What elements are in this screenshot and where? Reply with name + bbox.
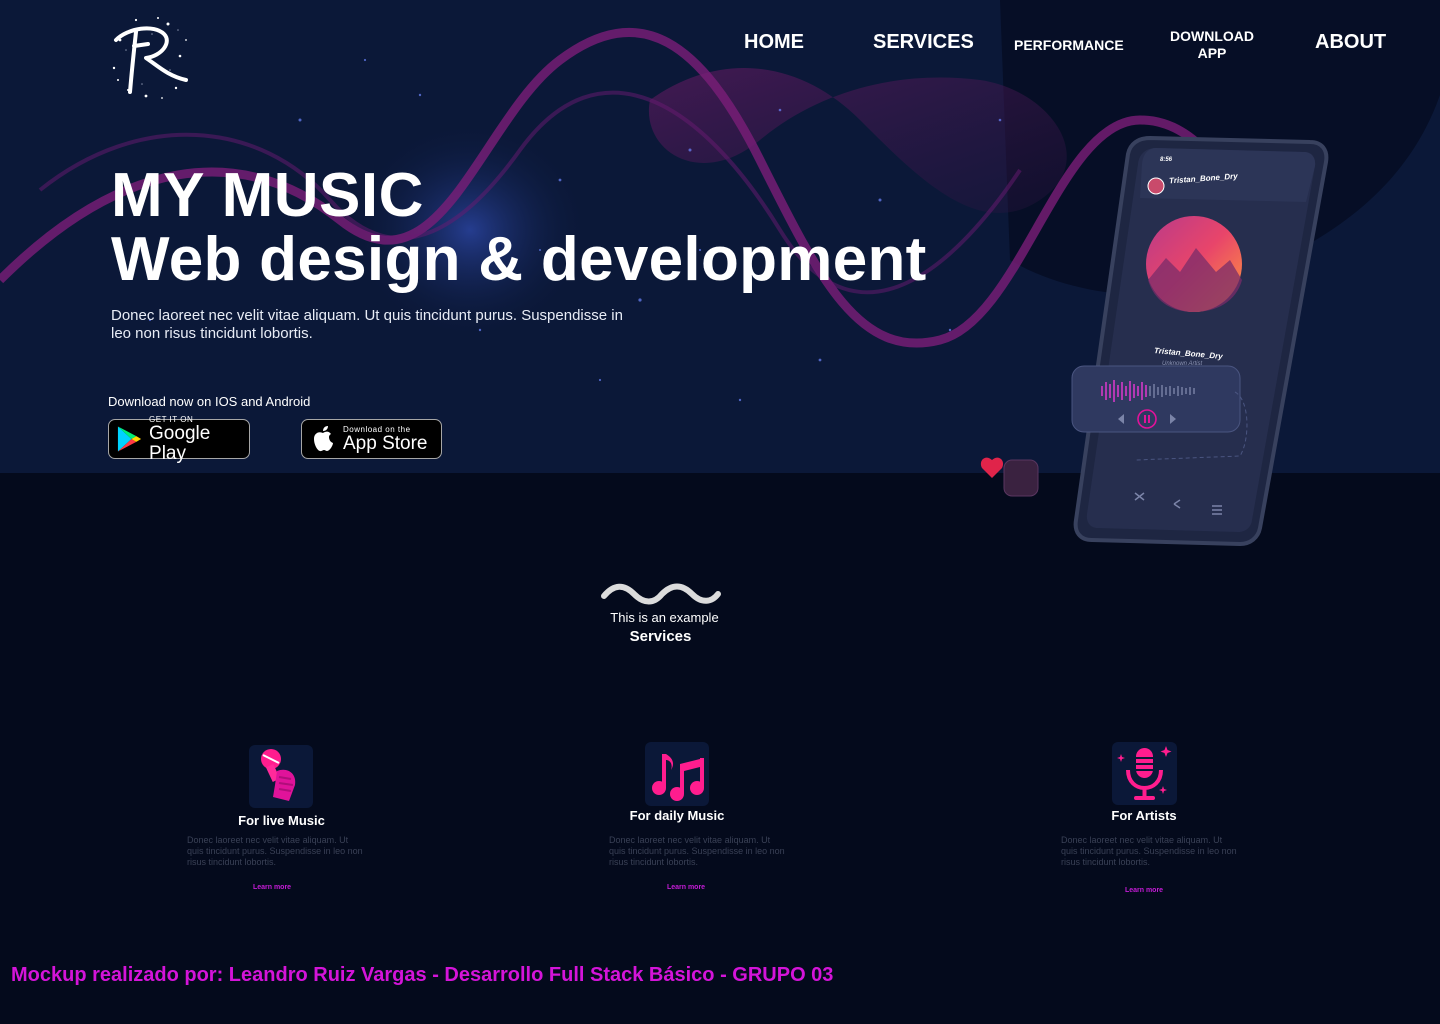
services-title: Services — [629, 628, 692, 645]
card-title-live-music: For live Music — [238, 813, 325, 828]
brand-logo[interactable] — [106, 10, 190, 104]
apple-icon — [314, 426, 333, 452]
phone-illustration — [980, 135, 1329, 547]
card-description-live-music: Donec laoreet nec velit vitae aliquam. U… — [187, 835, 363, 867]
nav-download-app[interactable]: DOWNLOAD APP — [1168, 28, 1256, 62]
nav-performance[interactable]: PERFORMANCE — [1014, 37, 1124, 54]
card-title-daily-music: For daily Music — [629, 808, 725, 823]
nav-services[interactable]: SERVICES — [873, 32, 974, 52]
app-store-button[interactable]: Download on the App Store — [301, 419, 442, 459]
microphone-hand-icon — [249, 745, 313, 808]
download-label: Download now on IOS and Android — [108, 394, 311, 409]
card-description-daily-music: Donec laoreet nec velit vitae aliquam. U… — [609, 835, 785, 867]
google-play-button[interactable]: GET IT ON Google Play — [108, 415, 250, 463]
hero-title-line1: MY MUSIC — [111, 161, 424, 230]
card-title-artists: For Artists — [1111, 808, 1177, 823]
phone-artist: Unknown Artist — [1162, 361, 1203, 367]
services-eyebrow: This is an example — [610, 610, 719, 625]
footer-credit: Mockup realizado por: Leandro Ruiz Varga… — [11, 964, 834, 986]
music-notes-icon — [645, 742, 709, 806]
card-description-artists: Donec laoreet nec velit vitae aliquam. U… — [1061, 835, 1237, 867]
hero-title-line2: Web design & development — [111, 225, 927, 294]
hero-subtitle: Donec laoreet nec velit vitae aliquam. U… — [111, 307, 623, 342]
google-play-big-text: Google Play — [149, 422, 211, 464]
google-play-icon — [117, 426, 142, 452]
app-store-big-text: App Store — [343, 432, 428, 454]
learn-more-daily-music[interactable]: Learn more — [662, 884, 710, 891]
learn-more-live-music[interactable]: Learn more — [248, 884, 296, 891]
wave-icon — [601, 583, 721, 605]
nav-about[interactable]: ABOUT — [1315, 32, 1386, 52]
learn-more-artists[interactable]: Learn more — [1120, 887, 1168, 894]
studio-microphone-icon — [1112, 742, 1177, 805]
phone-status-time: 8:56 — [1160, 157, 1173, 163]
nav-home[interactable]: HOME — [744, 32, 804, 52]
phone-mockup: Tristan_Bone_Dry Tristan_Bone_Dry 8:56 U… — [960, 120, 1340, 560]
